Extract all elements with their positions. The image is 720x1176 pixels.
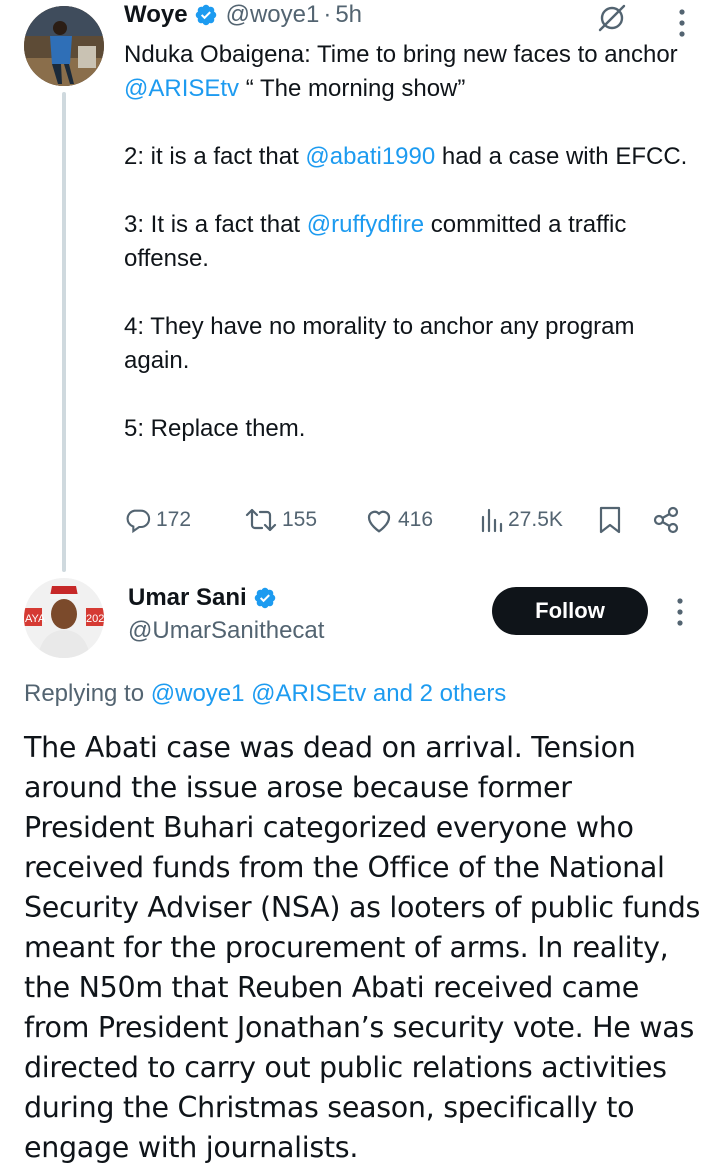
- mention-link[interactable]: @ruffydfire: [307, 211, 424, 238]
- tweet-text-segment: 2: it is a fact that: [124, 143, 306, 170]
- repost-icon: [244, 507, 278, 533]
- reply-icon: [124, 506, 152, 534]
- tweet-actions: 172 155 416 27.5K: [124, 500, 684, 540]
- mention-link[interactable]: @abati1990: [305, 143, 435, 170]
- bookmark-button[interactable]: [598, 500, 622, 540]
- tweet-paragraph: 4: They have no morality to anchor any p…: [124, 310, 704, 378]
- replying-targets-link[interactable]: @woye1 @ARISEtv and 2 others: [151, 680, 507, 707]
- views-count: 27.5K: [508, 508, 563, 531]
- reply-author-handle[interactable]: @UmarSanithecat: [128, 617, 324, 645]
- repost-button[interactable]: 155: [244, 500, 317, 540]
- header-separator: ·: [323, 1, 332, 28]
- tweet-paragraph: Nduka Obaigena: Time to bring new faces …: [124, 38, 704, 106]
- views-icon: [480, 507, 504, 533]
- follow-button[interactable]: Follow: [492, 587, 648, 635]
- avatar-backdrop-text-right: 202: [86, 613, 104, 625]
- reply-author-name-row: Umar Sani: [128, 584, 285, 612]
- verified-badge-icon: [253, 586, 277, 610]
- share-icon: [652, 506, 680, 534]
- tweet-text-segment: Nduka Obaigena: Time to bring new faces …: [124, 41, 678, 68]
- mention-link[interactable]: @ARISEtv: [124, 75, 239, 102]
- avatar-backdrop-text-left: AYA: [25, 613, 46, 625]
- author-handle[interactable]: @woye1: [226, 1, 320, 29]
- reply-button[interactable]: 172: [124, 500, 191, 540]
- tweet-text-segment: 3: It is a fact that: [124, 211, 307, 238]
- like-count: 416: [398, 508, 434, 531]
- thread-connector-line: [62, 92, 66, 572]
- replying-prefix: Replying to: [24, 680, 151, 707]
- bookmark-icon: [598, 506, 622, 534]
- verified-badge-icon: [194, 3, 218, 27]
- tweet-text-segment: 5: Replace them.: [124, 415, 306, 442]
- tweet-paragraph: 2: it is a fact that @abati1990 had a ca…: [124, 140, 704, 174]
- tweet-text-segment: had a case with EFCC.: [435, 143, 688, 170]
- tweet-paragraph: 5: Replace them.: [124, 412, 704, 446]
- like-button[interactable]: 416: [364, 500, 433, 540]
- reply-author-name[interactable]: Umar Sani: [128, 584, 247, 612]
- views-button[interactable]: 27.5K: [480, 500, 563, 540]
- replying-to-line: Replying to @woye1 @ARISEtv and 2 others: [24, 680, 506, 708]
- more-icon[interactable]: [676, 597, 684, 627]
- share-button[interactable]: [652, 500, 680, 540]
- tweet-text-segment: “ The morning show”: [239, 75, 466, 102]
- tweet-text-segment: 4: They have no morality to anchor any p…: [124, 313, 635, 374]
- umar-sani-avatar[interactable]: AYA 202: [24, 578, 104, 658]
- grok-icon[interactable]: [596, 4, 628, 32]
- author-name[interactable]: Woye: [124, 1, 188, 29]
- repost-count: 155: [282, 508, 318, 531]
- reply-tweet-text: The Abati case was dead on arrival. Tens…: [24, 731, 701, 1164]
- tweet-timestamp[interactable]: 5h: [335, 1, 362, 29]
- reply-count: 172: [156, 508, 192, 531]
- woye-avatar[interactable]: [24, 6, 104, 86]
- tweet-text: Nduka Obaigena: Time to bring new faces …: [124, 38, 704, 446]
- more-icon[interactable]: [678, 8, 686, 38]
- like-icon: [364, 506, 394, 534]
- parent-tweet[interactable]: Woye @woye1 · 5h Nduka Obaigena: Time to…: [124, 0, 704, 446]
- tweet-paragraph: 3: It is a fact that @ruffydfire committ…: [124, 208, 704, 276]
